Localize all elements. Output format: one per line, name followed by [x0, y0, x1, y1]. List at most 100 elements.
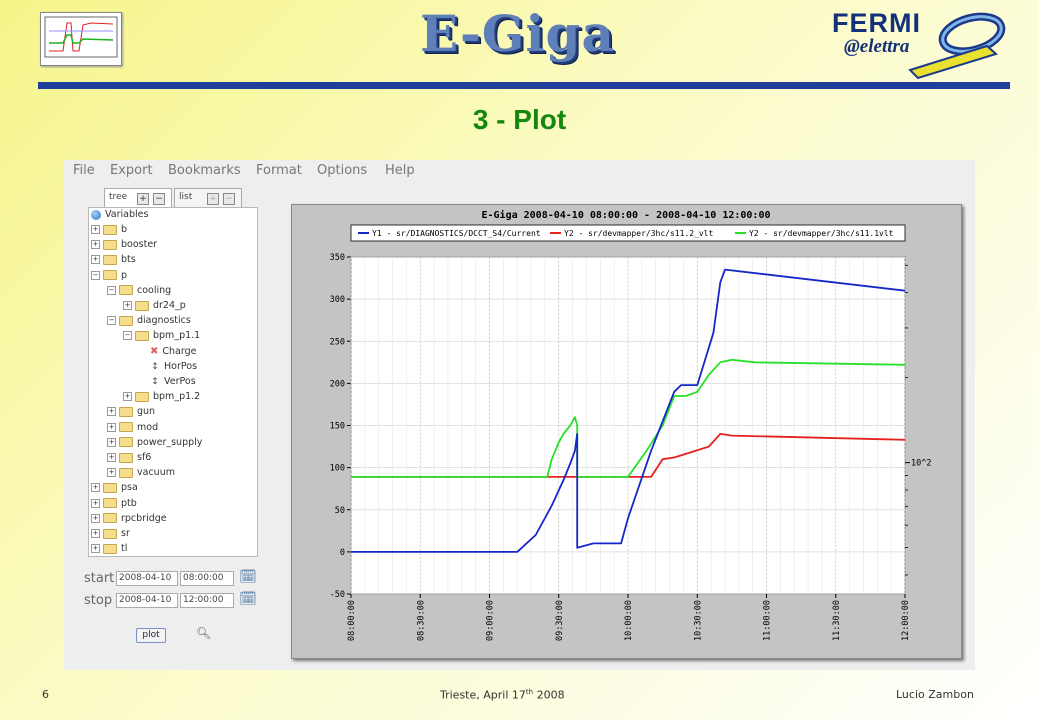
expand-icon[interactable]: + [107, 468, 116, 478]
tab-list-label: list [179, 192, 193, 202]
tree-node[interactable]: + booster [91, 238, 157, 252]
tree-node[interactable]: + power_supply [107, 436, 202, 450]
line-chart[interactable]: E-Giga 2008-04-10 08:00:00 - 2008-04-10 … [292, 176, 961, 658]
tree-node-label: Charge [162, 345, 197, 357]
folder-icon [103, 528, 117, 539]
menu-file[interactable]: File [73, 163, 95, 178]
tree-node[interactable]: − cooling [107, 284, 171, 298]
menu-options[interactable]: Options [317, 163, 367, 178]
y-tick-label: 200 [330, 379, 345, 389]
tree-root-label: Variables [105, 209, 149, 220]
tree-node-label: HorPos [164, 360, 198, 372]
tab-list[interactable]: list + − [174, 188, 242, 208]
start-label: start [84, 571, 115, 586]
remove-icon[interactable]: − [153, 193, 165, 205]
stop-calendar-icon[interactable]: 🗓 [239, 591, 257, 607]
slide-title: 3 - Plot [472, 104, 567, 135]
menu-help[interactable]: Help [385, 163, 415, 178]
tree-node[interactable]: + sf6 [107, 451, 151, 465]
variable-tree[interactable]: Variables + b + booster + bts − p − cooling + dr24_… [88, 207, 258, 557]
legend-label: Y2 - sr/devmapper/3hc/s11.2_vlt [564, 229, 713, 238]
chart-thumbnail [40, 12, 122, 66]
expand-icon[interactable]: + [91, 255, 100, 265]
tree-node[interactable]: + vacuum [107, 466, 175, 480]
tree-node[interactable]: + tl [91, 542, 127, 556]
expand-icon[interactable]: + [91, 498, 100, 508]
expand-icon[interactable]: + [91, 513, 100, 523]
footer-year: 2008 [533, 688, 565, 702]
tree-node-label: tl [121, 543, 128, 555]
folder-icon [103, 254, 117, 265]
tree-node[interactable]: + sr [91, 527, 130, 541]
tree-root[interactable]: Variables [91, 208, 148, 222]
expand-icon[interactable]: + [123, 392, 132, 402]
remove-icon-disabled: − [223, 193, 235, 205]
plot-button[interactable]: plot [136, 628, 166, 643]
tree-node[interactable]: + ptb [91, 497, 137, 511]
chart-title: E-Giga 2008-04-10 08:00:00 - 2008-04-10 … [482, 209, 771, 221]
tree-node[interactable]: + psa [91, 481, 138, 495]
tree-node-label: bts [121, 254, 136, 266]
x-tick-label: 09:00:00 [486, 600, 496, 641]
tree-node[interactable]: ↕ VerPos [150, 375, 195, 389]
y-tick-label: 250 [330, 337, 345, 347]
expand-icon[interactable]: + [123, 301, 132, 310]
expand-icon[interactable]: + [91, 240, 100, 250]
stop-date-field[interactable]: 2008-04-10 [116, 593, 178, 608]
zoom-icon[interactable]: 🔍︎ [196, 626, 211, 640]
folder-icon [119, 406, 133, 417]
y-tick-label: -50 [330, 590, 345, 600]
y2-tick-label: 10^2 [911, 459, 931, 469]
tree-node-label: p [121, 269, 128, 281]
x-tick-label: 08:00:00 [347, 600, 357, 641]
tree-node-label: dr24_p [153, 300, 186, 311]
add-icon[interactable]: + [137, 193, 149, 205]
tree-node-label: diagnostics [137, 315, 191, 327]
tree-node[interactable]: + b [91, 223, 127, 237]
x-tick-label: 12:00:00 [901, 600, 911, 641]
y-tick-label: 150 [330, 422, 345, 432]
tree-node-label: sr [121, 528, 130, 539]
footer-event-text: Trieste, April 17 [440, 688, 526, 702]
tree-node[interactable]: + gun [107, 405, 155, 419]
tab-tree[interactable]: tree + − [104, 188, 172, 207]
expand-icon[interactable]: + [91, 483, 100, 493]
tree-node[interactable]: + bts [91, 253, 136, 267]
tree-node[interactable]: − bpm_p1.1 [123, 329, 200, 343]
menu-bar: File Export Bookmarks Format Options Hel… [64, 160, 975, 182]
collapse-icon[interactable]: − [91, 270, 100, 280]
expand-icon[interactable]: + [107, 453, 116, 462]
start-calendar-icon[interactable]: 🗓 [239, 569, 257, 585]
y-tick-label: 0 [340, 548, 345, 558]
collapse-icon[interactable]: − [123, 331, 132, 341]
collapse-icon[interactable]: − [107, 316, 116, 326]
start-date-field[interactable]: 2008-04-10 [116, 571, 178, 586]
tree-node-label: sf6 [137, 452, 152, 463]
menu-export[interactable]: Export [110, 163, 153, 178]
folder-icon [103, 270, 117, 281]
x-tick-label: 11:30:00 [832, 600, 842, 641]
tree-node[interactable]: + mod [107, 421, 158, 435]
folder-icon [103, 224, 117, 235]
start-time-field[interactable]: 08:00:00 [180, 571, 234, 586]
expand-icon[interactable]: + [107, 437, 116, 447]
tree-node-label: rpcbridge [121, 512, 167, 524]
stop-time-field[interactable]: 12:00:00 [180, 593, 234, 608]
folder-icon [103, 482, 117, 493]
expand-icon[interactable]: + [91, 225, 100, 234]
tree-node[interactable]: ✖ Charge [150, 345, 196, 359]
tree-node[interactable]: + bpm_p1.2 [123, 390, 200, 404]
collapse-icon[interactable]: − [107, 285, 116, 295]
expand-icon[interactable]: + [91, 544, 100, 554]
expand-icon[interactable]: + [107, 422, 116, 432]
footer-event-sup: th [525, 688, 534, 696]
expand-icon[interactable]: + [107, 407, 116, 417]
menu-format[interactable]: Format [256, 163, 302, 178]
tree-node[interactable]: ↕ HorPos [150, 360, 197, 374]
tree-node[interactable]: + dr24_p [123, 299, 186, 313]
expand-icon[interactable]: + [91, 529, 100, 538]
tree-node[interactable]: − diagnostics [107, 314, 191, 328]
menu-bookmarks[interactable]: Bookmarks [168, 163, 241, 178]
tree-node[interactable]: − p [91, 269, 127, 283]
tree-node[interactable]: + rpcbridge [91, 512, 167, 526]
